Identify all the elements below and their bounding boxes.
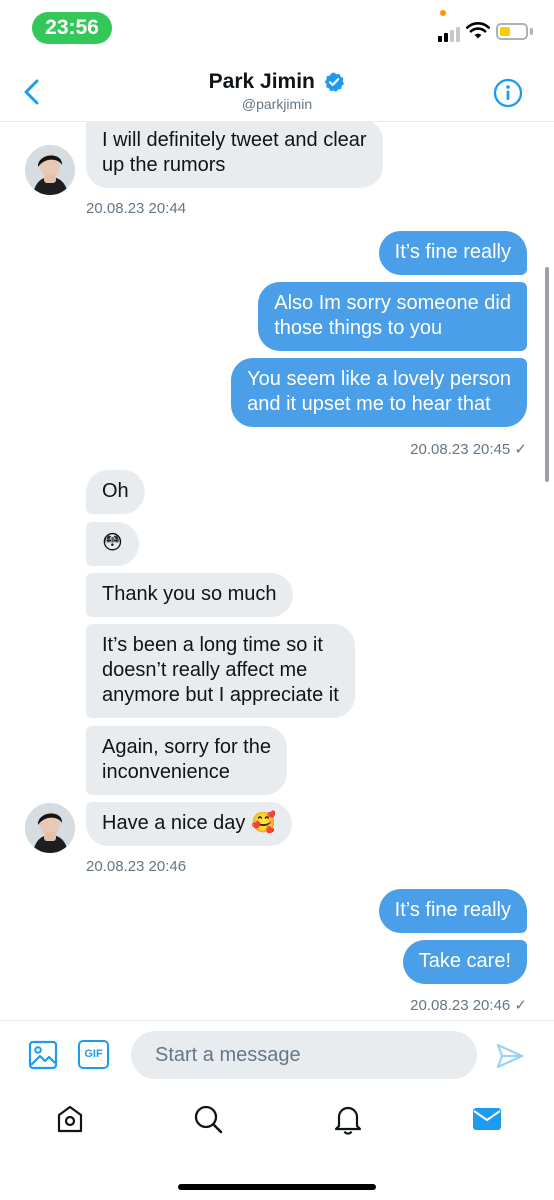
messages-envelope-icon[interactable] bbox=[470, 1102, 504, 1136]
contact-title[interactable]: Park Jimin @parkjimin bbox=[0, 70, 554, 112]
verified-badge-icon bbox=[324, 72, 345, 92]
gif-button[interactable]: GIF bbox=[78, 1040, 109, 1069]
wifi-icon bbox=[466, 22, 490, 39]
incoming-message[interactable]: Have a nice day 🥰 bbox=[86, 802, 292, 846]
incoming-message[interactable]: I will definitely tweet and clear up the… bbox=[86, 122, 383, 188]
incoming-message[interactable]: Thank you so much bbox=[86, 573, 293, 617]
incoming-message[interactable]: Again, sorry for the inconvenience bbox=[86, 726, 287, 795]
battery-cap bbox=[530, 28, 533, 35]
outgoing-message[interactable]: It’s fine really bbox=[378, 231, 527, 275]
message-timestamp: 20.08.23 20:46 bbox=[86, 858, 187, 875]
battery-icon bbox=[496, 23, 528, 40]
message-timestamp: 20.08.23 20:44 bbox=[86, 200, 187, 217]
incoming-message[interactable]: 😳 bbox=[86, 522, 139, 566]
outgoing-message[interactable]: You seem like a lovely person and it ups… bbox=[231, 358, 527, 427]
outgoing-message[interactable]: It’s fine really bbox=[378, 889, 527, 933]
contact-handle: @parkjimin bbox=[241, 96, 313, 112]
scrollbar-thumb[interactable] bbox=[545, 267, 549, 482]
incoming-message[interactable]: It’s been a long time so it doesn’t real… bbox=[86, 624, 355, 718]
incoming-message[interactable]: Oh bbox=[86, 470, 145, 514]
conversation-header: Park Jimin @parkjimin bbox=[0, 56, 554, 122]
message-timestamp: 20.08.23 20:46 ✓ bbox=[410, 997, 527, 1014]
status-time[interactable]: 23:56 bbox=[32, 12, 112, 44]
notifications-bell-icon[interactable] bbox=[331, 1102, 365, 1136]
outgoing-message[interactable]: Also Im sorry someone did those things t… bbox=[258, 282, 527, 351]
send-icon[interactable] bbox=[495, 1041, 525, 1071]
search-icon[interactable] bbox=[191, 1102, 225, 1136]
contact-avatar[interactable] bbox=[25, 145, 75, 195]
message-composer: GIF bbox=[0, 1020, 554, 1088]
cellular-signal-icon bbox=[438, 26, 462, 42]
image-icon[interactable] bbox=[28, 1040, 58, 1070]
contact-name: Park Jimin bbox=[208, 70, 315, 93]
message-timestamp: 20.08.23 20:45 ✓ bbox=[410, 441, 527, 458]
privacy-indicator bbox=[440, 10, 446, 16]
message-input[interactable] bbox=[131, 1031, 477, 1079]
contact-avatar[interactable] bbox=[25, 803, 75, 853]
info-icon[interactable] bbox=[493, 78, 523, 108]
outgoing-message[interactable]: Take care! bbox=[402, 940, 527, 984]
home-icon[interactable] bbox=[53, 1102, 87, 1136]
message-thread[interactable]: I will definitely tweet and clear up the… bbox=[0, 122, 554, 1020]
status-bar: 23:56 bbox=[0, 0, 554, 56]
home-indicator bbox=[178, 1184, 376, 1190]
